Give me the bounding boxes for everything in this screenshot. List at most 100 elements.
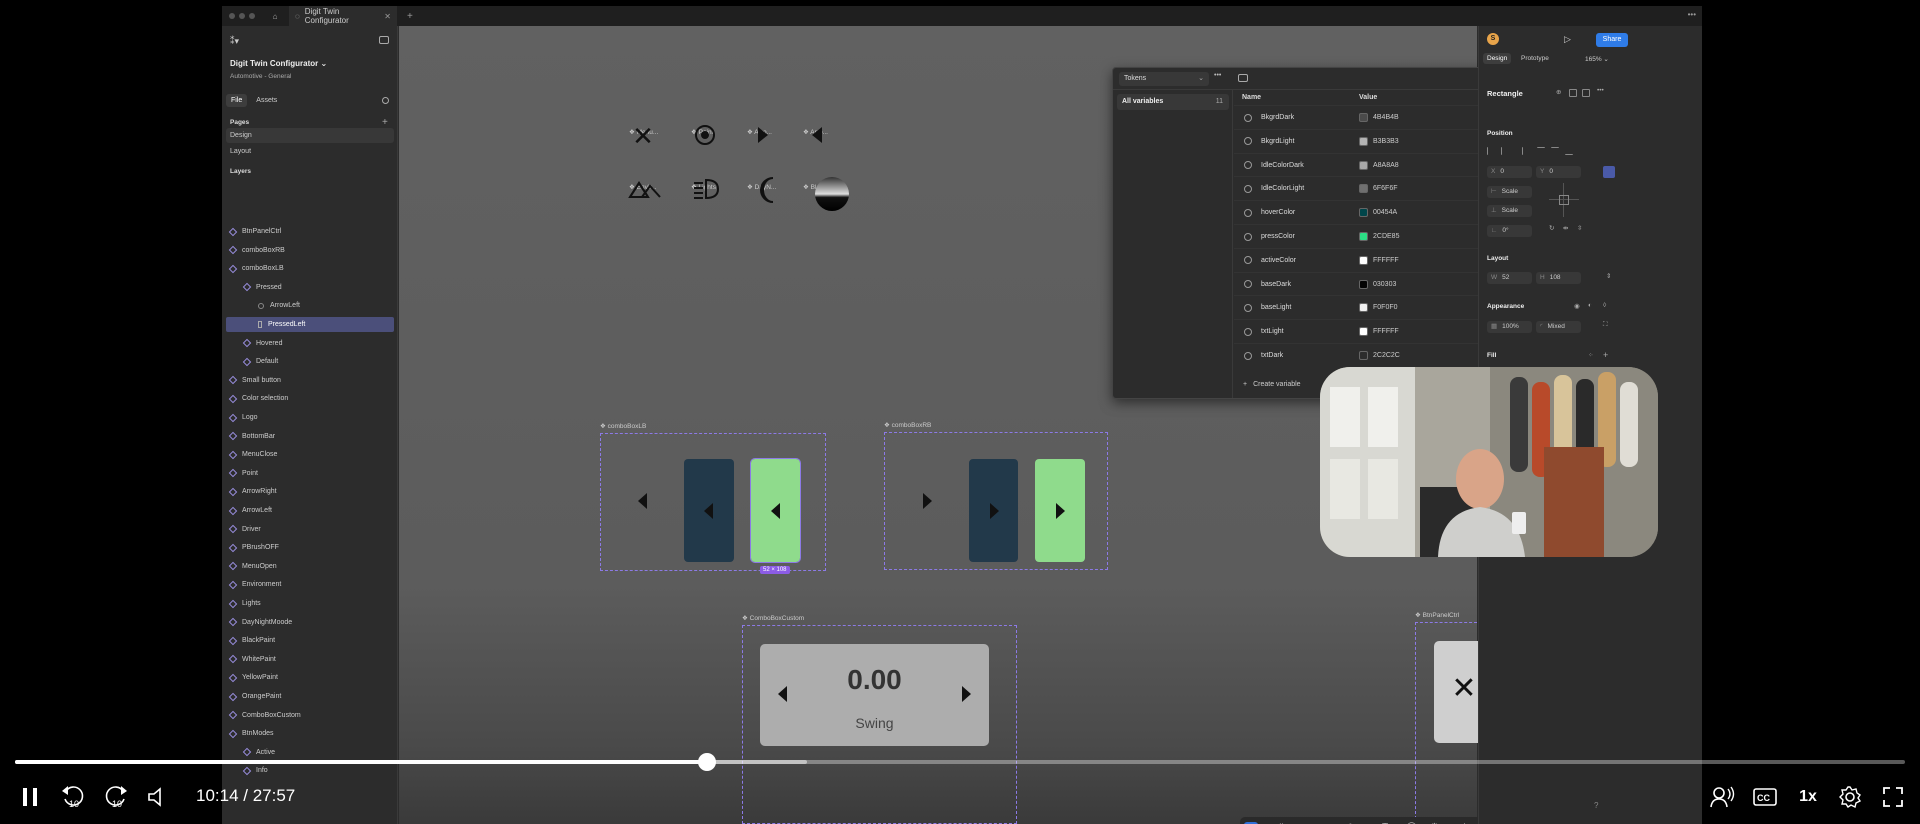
minimize-dot-icon[interactable] (239, 13, 245, 19)
rotate-icon[interactable]: ↻ (1549, 224, 1554, 232)
combobox-rb-pressed[interactable] (1035, 459, 1085, 562)
drop-icon[interactable]: ◊ (1603, 302, 1606, 309)
page-layout[interactable]: Layout (226, 144, 394, 159)
variable-name[interactable]: hoverColor (1261, 209, 1295, 216)
layer-item[interactable]: WhitePaint (226, 652, 394, 667)
variable-color-swatch[interactable] (1359, 303, 1368, 313)
visibility-eye-icon[interactable]: ◉ (1574, 302, 1580, 310)
variable-color-swatch[interactable] (1359, 136, 1368, 146)
layer-item[interactable]: Lights (226, 596, 394, 611)
layer-item[interactable]: Logo (226, 410, 394, 425)
tab-prototype[interactable]: Prototype (1517, 53, 1553, 64)
height-field[interactable]: H 108 (1536, 272, 1581, 284)
layer-item[interactable]: Driver (226, 522, 394, 537)
layer-item[interactable]: ArrowRight (226, 484, 394, 499)
zoom-level[interactable]: 165% ⌄ (1585, 55, 1609, 63)
layer-item[interactable]: Color selection (226, 391, 394, 406)
playback-speed-button[interactable]: 1x (1795, 783, 1821, 811)
layer-item[interactable]: PBrushOFF (226, 540, 394, 555)
variable-color-swatch[interactable] (1359, 351, 1368, 360)
day-night-icon[interactable] (756, 176, 784, 209)
combobox-rb-hovered[interactable] (969, 459, 1018, 562)
variable-name[interactable]: BkgrdDark (1261, 114, 1294, 121)
layer-item[interactable]: comboBoxLB (226, 261, 394, 276)
variable-name[interactable]: txtDark (1261, 352, 1283, 359)
audio-description-button[interactable] (1709, 783, 1735, 811)
layer-item[interactable]: Pressed (226, 280, 394, 295)
variable-name[interactable]: pressColor (1261, 233, 1295, 240)
skip-back-button[interactable]: 10 (60, 783, 86, 811)
flip-vertical-icon[interactable]: ⇳ (1577, 224, 1582, 232)
fullscreen-button[interactable] (1880, 783, 1906, 811)
layer-item[interactable]: OrangePaint (226, 689, 394, 704)
crop-icon[interactable] (1582, 89, 1590, 97)
variable-value[interactable]: 6F6F6F (1373, 185, 1398, 192)
browser-menu-icon[interactable]: ••• (1688, 10, 1696, 19)
more-icon[interactable]: ••• (1597, 87, 1604, 94)
pause-button[interactable] (18, 783, 42, 811)
align-left-icon[interactable] (1487, 147, 1495, 155)
window-controls[interactable] (229, 13, 255, 19)
variable-value[interactable]: 2C2C2C (1373, 352, 1400, 359)
variable-color-swatch[interactable] (1359, 232, 1368, 241)
variable-name[interactable]: BkgrdLight (1261, 138, 1294, 145)
alignment-buttons[interactable] (1487, 147, 1627, 157)
constraint-widget[interactable] (1549, 183, 1579, 217)
layer-item[interactable]: ComboBoxCustom (226, 708, 394, 723)
present-play-icon[interactable]: ▷ (1564, 34, 1571, 45)
variable-value[interactable]: 00454A (1373, 209, 1397, 216)
progress-scrubber-handle[interactable] (697, 753, 716, 771)
avatar[interactable]: S (1487, 33, 1499, 45)
layer-item[interactable]: YellowPaint (226, 670, 394, 685)
arrow-right-icon[interactable] (752, 124, 772, 151)
variable-value[interactable]: B3B3B3 (1373, 138, 1399, 145)
collection-menu-icon[interactable]: ••• (1214, 72, 1221, 79)
browser-tab-active[interactable]: ◌ Digit Twin Configurator ✕ (289, 6, 397, 26)
horizontal-constraint-select[interactable]: ⊢ Scale (1487, 186, 1532, 198)
align-bottom-icon[interactable] (1565, 147, 1573, 155)
x-field[interactable]: X0 (1487, 166, 1532, 178)
environment-icon[interactable] (628, 177, 662, 204)
search-icon[interactable] (382, 97, 389, 104)
layer-item[interactable]: Hovered (226, 336, 394, 351)
captions-button[interactable]: CC (1752, 783, 1778, 811)
variable-value[interactable]: 2CDE85 (1373, 233, 1399, 240)
collection-dropdown[interactable]: Tokens ⌄ (1119, 72, 1209, 86)
volume-button[interactable] (145, 783, 167, 811)
variable-name[interactable]: baseLight (1261, 304, 1291, 311)
new-tab-button[interactable]: + (407, 11, 413, 22)
toggle-sidebar-icon[interactable] (379, 36, 389, 44)
layer-item[interactable]: Small button (226, 373, 394, 388)
flip-horizontal-icon[interactable]: ⇹ (1563, 224, 1568, 232)
home-icon[interactable]: ⌂ (269, 12, 281, 21)
layer-item[interactable]: MenuOpen (226, 559, 394, 574)
align-top-icon[interactable] (1537, 147, 1545, 155)
independent-corners-icon[interactable]: ⛶ (1603, 321, 1608, 329)
all-variables-item[interactable]: All variables 11 (1117, 94, 1229, 110)
layer-item[interactable]: Active (226, 745, 394, 760)
layer-item[interactable]: Environment (226, 577, 394, 592)
combobox-left-arrow-icon[interactable] (776, 684, 790, 709)
maximize-dot-icon[interactable] (249, 13, 255, 19)
variable-color-swatch[interactable] (1359, 208, 1368, 218)
tab-assets[interactable]: Assets (251, 94, 282, 107)
main-menu-icon[interactable]: ⁑▾ (230, 36, 239, 47)
variable-color-swatch[interactable] (1359, 255, 1368, 265)
layer-item[interactable]: MenuClose (226, 447, 394, 462)
skip-forward-button[interactable]: 10 (103, 783, 129, 811)
layer-item[interactable]: BlackPaint (226, 633, 394, 648)
layer-item[interactable]: Default (226, 354, 394, 369)
variable-name[interactable]: activeColor (1261, 257, 1296, 264)
layer-item[interactable]: DayNightMoode (226, 615, 394, 630)
component-icon[interactable]: ⊕ (1556, 88, 1561, 96)
combobox-rb-default-arrow-icon[interactable] (919, 491, 935, 516)
resize-options-icon[interactable]: ⇕ (1606, 272, 1611, 280)
variable-value[interactable]: FFFFFF (1373, 257, 1399, 264)
settings-button[interactable] (1837, 783, 1863, 811)
variable-color-swatch[interactable] (1359, 327, 1368, 337)
styles-icon[interactable]: ⁘ (1588, 351, 1593, 359)
variable-color-swatch[interactable] (1359, 113, 1368, 122)
variable-value[interactable]: A8A8A8 (1373, 162, 1399, 169)
variable-value[interactable]: F0F0F0 (1373, 304, 1398, 311)
layer-item[interactable]: PressedLeft (226, 317, 394, 332)
